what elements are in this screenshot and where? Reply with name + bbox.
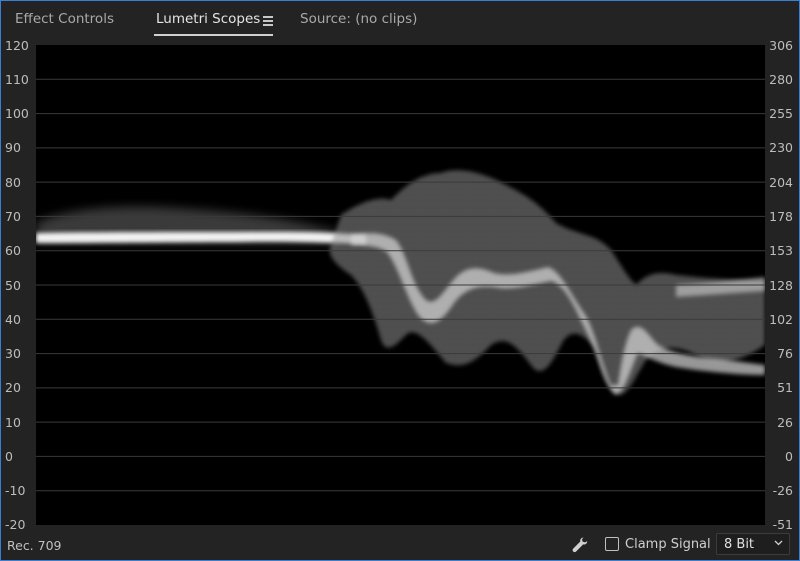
scale-label-right: -26	[772, 483, 793, 498]
scale-label-left: 50	[5, 278, 21, 293]
scale-label-right: 230	[769, 140, 793, 155]
scale-label-left: 0	[5, 449, 13, 464]
clamp-signal-label[interactable]: Clamp Signal	[625, 537, 711, 552]
scale-label-left: 20	[5, 380, 21, 395]
waveform-trace	[36, 78, 765, 492]
panel-tab-bar: Effect Controls Lumetri Scopes Source: (…	[1, 1, 799, 39]
scale-label-left: 40	[5, 312, 21, 327]
scope-footer: Rec. 709 Clamp Signal 8 Bit	[1, 530, 799, 560]
scale-label-left: 70	[5, 209, 21, 224]
scale-label-left: 110	[5, 72, 29, 87]
tab-effect-controls[interactable]: Effect Controls	[15, 11, 114, 27]
scale-label-right: 51	[777, 380, 793, 395]
scale-label-right: 128	[769, 278, 793, 293]
scale-label-right: 26	[777, 415, 793, 430]
scale-label-right: 204	[769, 175, 793, 190]
scale-label-right: 255	[769, 106, 793, 121]
scale-label-left: 90	[5, 140, 21, 155]
scale-label-right: 306	[769, 38, 793, 53]
scale-label-right: 178	[769, 209, 793, 224]
lumetri-scopes-panel: Effect Controls Lumetri Scopes Source: (…	[0, 0, 800, 561]
scale-label-left: 60	[5, 243, 21, 258]
scale-label-left: -10	[5, 483, 26, 498]
panel-menu-icon[interactable]	[263, 16, 273, 26]
scale-label-left: 30	[5, 346, 21, 361]
scale-label-left: 80	[5, 175, 21, 190]
scale-label-right: 280	[769, 72, 793, 87]
waveform-scope-display[interactable]	[36, 45, 765, 525]
clamp-signal-checkbox[interactable]	[605, 537, 619, 551]
wrench-icon[interactable]	[571, 536, 589, 554]
chevron-down-icon	[774, 540, 783, 546]
color-space-label: Rec. 709	[7, 538, 62, 553]
scale-label-right: 76	[777, 346, 793, 361]
scale-label-left: 100	[5, 106, 29, 121]
tab-source[interactable]: Source: (no clips)	[300, 11, 417, 27]
active-tab-indicator	[154, 34, 273, 36]
scale-label-left: 10	[5, 415, 21, 430]
scale-label-left: 120	[5, 38, 29, 53]
bit-depth-value: 8 Bit	[724, 537, 755, 552]
bit-depth-select[interactable]: 8 Bit	[716, 533, 790, 555]
scale-label-right: 153	[769, 243, 793, 258]
scale-label-right: 102	[769, 312, 793, 327]
tab-lumetri-scopes[interactable]: Lumetri Scopes	[156, 11, 260, 27]
scale-label-right: 0	[785, 449, 793, 464]
